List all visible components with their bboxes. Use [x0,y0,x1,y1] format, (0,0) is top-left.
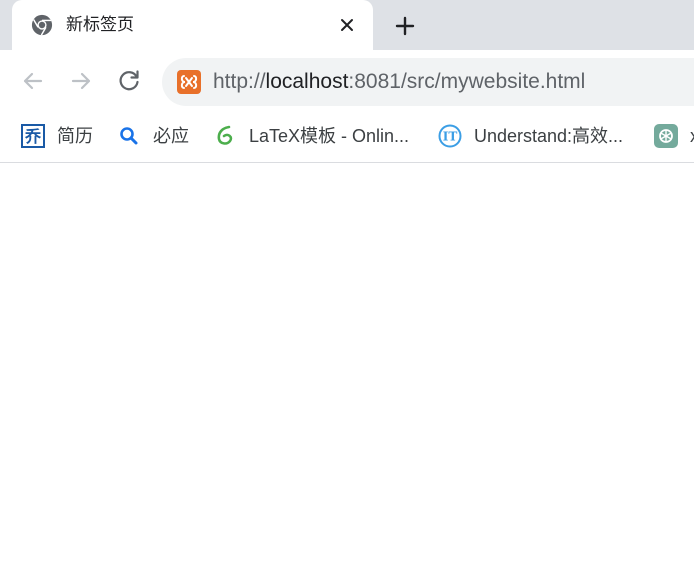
bookmark-label: Understand:高效... [474,126,624,146]
bookmark-chatgpt[interactable]: x [654,112,694,160]
tab-strip: 新标签页 [0,0,694,50]
active-tab[interactable]: 新标签页 [12,0,373,50]
close-icon[interactable] [337,15,357,35]
bookmark-understand[interactable]: IT Understand:高效... [438,112,623,160]
chrome-icon [31,14,53,36]
toolbar: http://localhost:8081/src/mywebsite.html [0,50,694,112]
url-text: http://localhost:8081/src/mywebsite.html [213,70,585,94]
arrow-right-icon[interactable] [67,67,95,95]
tab-title: 新标签页 [66,15,134,34]
chatgpt-icon [654,124,678,148]
bookmark-bing[interactable]: 必应 [117,112,189,160]
address-bar[interactable]: http://localhost:8081/src/mywebsite.html [162,58,694,106]
bookmark-overleaf[interactable]: LaTeX模板 - Onlin... [213,112,409,160]
url-path: :8081/src/mywebsite.html [348,70,586,93]
it-icon: IT [438,124,462,148]
new-tab-plus-icon[interactable] [393,14,417,38]
page-content [0,163,694,587]
resume-icon: 乔 [21,124,45,148]
bookmark-label: x [690,125,694,147]
bookmark-label: LaTeX模板 - Onlin... [249,126,410,146]
browser-window: 新标签页 http://localhost:8081/src/mywebsite… [0,0,694,587]
url-host: localhost [265,70,349,93]
svg-text:IT: IT [443,130,458,144]
bookmark-label: 简历 [57,126,93,146]
bookmark-resume[interactable]: 乔 简历 [21,112,93,160]
overleaf-icon [217,125,233,145]
url-scheme: http:// [213,70,266,93]
arrow-left-icon[interactable] [19,67,47,95]
xampp-icon [177,70,201,94]
bookmarks-bar: 乔 简历 必应 LaTeX模板 - Onlin... IT Understand… [0,112,694,163]
svg-text:乔: 乔 [24,127,42,146]
search-icon [120,127,138,145]
bookmark-label: 必应 [153,126,189,146]
reload-icon[interactable] [115,67,143,95]
